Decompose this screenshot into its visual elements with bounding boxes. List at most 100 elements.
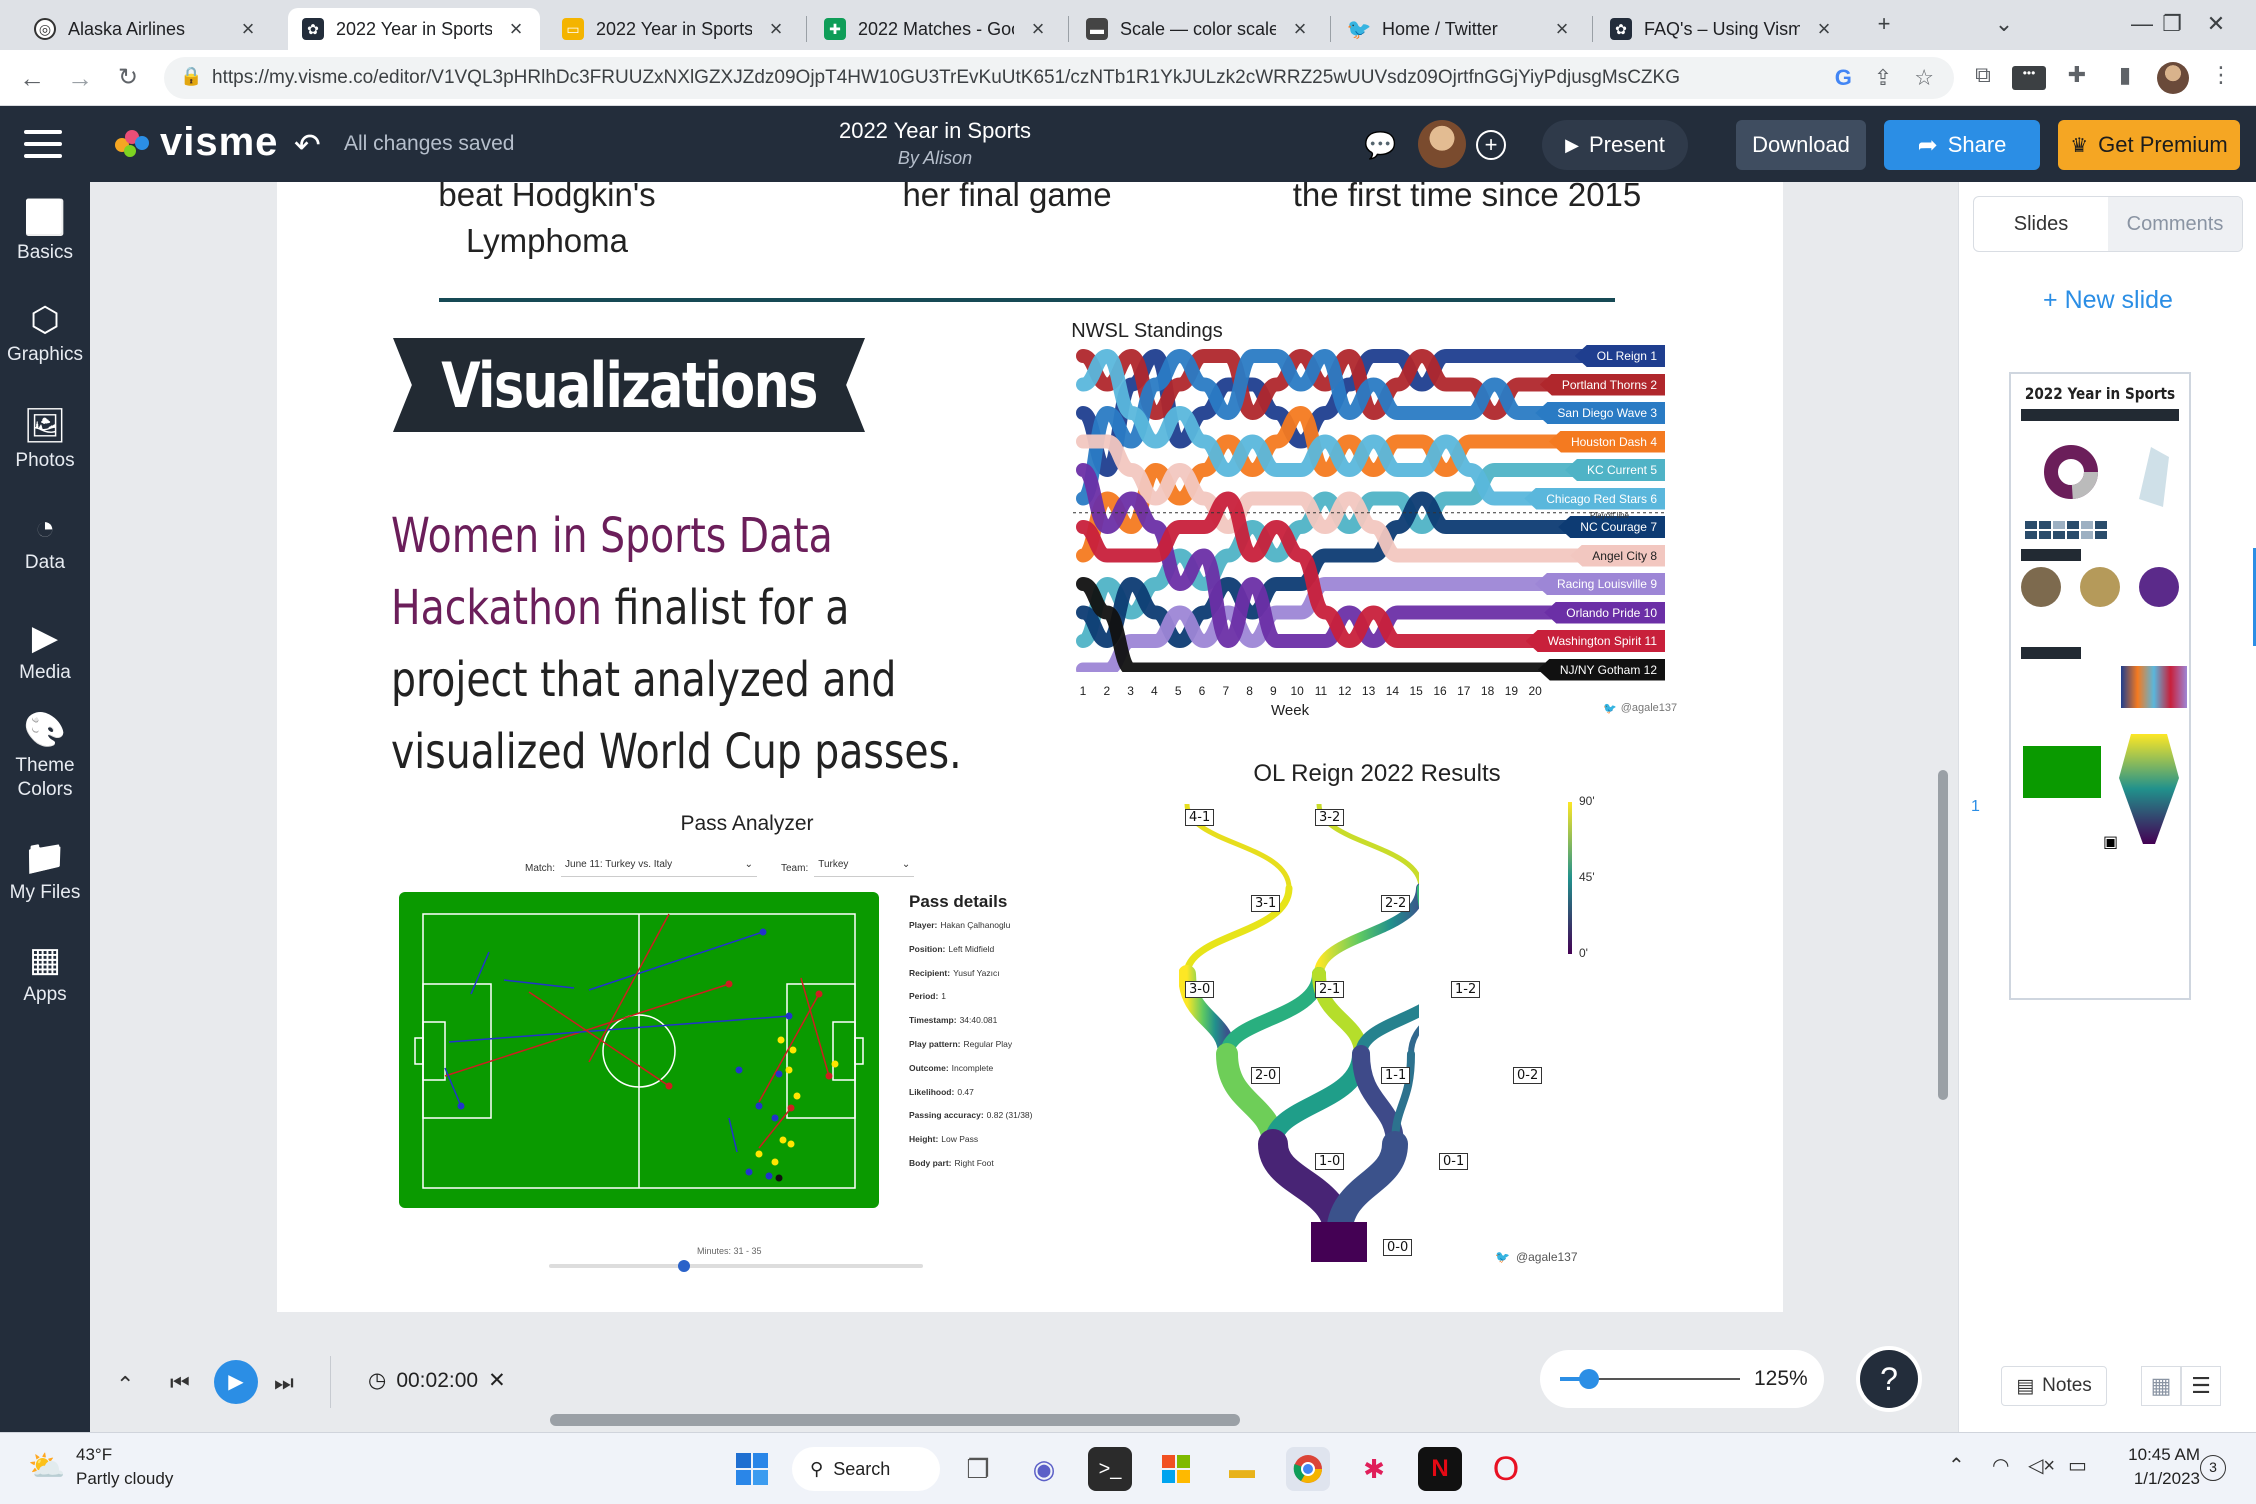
add-collaborator-icon[interactable]: + bbox=[1476, 130, 1506, 160]
caption-final-game: her final game bbox=[902, 182, 1112, 213]
week-tick-label: 10 bbox=[1290, 684, 1304, 698]
minutes-slider[interactable] bbox=[549, 1260, 923, 1272]
tab-search-icon[interactable]: ⌄ bbox=[1974, 4, 2034, 44]
grid-view-icon[interactable]: ▦ bbox=[2141, 1366, 2181, 1406]
volume-icon[interactable]: ◁× bbox=[2028, 1453, 2055, 1478]
share-button[interactable]: ➦ Share bbox=[1884, 120, 2040, 170]
clock-time[interactable]: 10:45 AM bbox=[2110, 1445, 2200, 1465]
sidebar-item-theme-colors[interactable]: 🎨 Theme Colors bbox=[0, 708, 90, 802]
forward-icon[interactable]: → bbox=[60, 58, 100, 98]
play-button[interactable]: ▶ bbox=[214, 1360, 258, 1404]
pass-detail-value: 0.82 (31/38) bbox=[986, 1110, 1033, 1121]
notification-badge[interactable]: 3 bbox=[2200, 1455, 2226, 1481]
close-tab-icon[interactable]: × bbox=[1550, 16, 1574, 42]
match-select[interactable]: June 11: Turkey vs. Italy ⌄ bbox=[561, 859, 758, 877]
sidebar-item-basics[interactable]: 🔤 Basics bbox=[0, 196, 90, 264]
new-tab-icon[interactable]: + bbox=[1854, 4, 1914, 44]
close-tab-icon[interactable]: × bbox=[504, 16, 528, 42]
list-view-icon[interactable]: ☰ bbox=[2181, 1366, 2221, 1406]
puzzle-icon[interactable]: ✚ bbox=[2060, 62, 2094, 88]
weather-icon[interactable]: ⛅ bbox=[28, 1449, 65, 1484]
extension-icon[interactable]: ⧉ bbox=[1966, 62, 2000, 88]
timer[interactable]: ◷ 00:02:00 ✕ bbox=[368, 1368, 506, 1393]
terminal-icon[interactable]: >_ bbox=[1088, 1447, 1132, 1491]
slide-thumbnail[interactable]: 2022 Year in Sports bbox=[2009, 372, 2191, 1000]
sidebar-item-label: Photos bbox=[15, 450, 75, 471]
reload-icon[interactable]: ↻ bbox=[108, 58, 148, 98]
opera-icon[interactable]: O bbox=[1484, 1447, 1528, 1491]
bookmark-star-icon[interactable]: ☆ bbox=[1914, 65, 1934, 91]
pass-detail-row: Player: Hakan Çalhanoglu bbox=[909, 920, 1109, 944]
soccer-pitch bbox=[399, 892, 879, 1208]
premium-label: Get Premium bbox=[2098, 132, 2228, 157]
tray-chevron-icon[interactable]: ⌃ bbox=[1948, 1453, 1965, 1478]
teams-chat-icon[interactable]: ◉ bbox=[1022, 1447, 1066, 1491]
chrome-icon[interactable] bbox=[1286, 1447, 1330, 1491]
close-window-icon[interactable]: ✕ bbox=[2186, 4, 2246, 44]
sidebar-item-media[interactable]: ▶ Media bbox=[0, 616, 90, 684]
clock-date[interactable]: 1/1/2023 bbox=[2110, 1469, 2200, 1489]
pass-detail-key: Timestamp: bbox=[909, 1015, 957, 1026]
new-slide-button[interactable]: + New slide bbox=[1959, 286, 2256, 315]
sidebar-item-my-files[interactable]: 📁 My Files bbox=[0, 836, 90, 904]
canvas-horizontal-scrollbar[interactable] bbox=[550, 1414, 1240, 1426]
hackathon-highlight-2: Hackathon bbox=[391, 580, 602, 636]
download-button[interactable]: Download bbox=[1736, 120, 1866, 170]
browser-tab[interactable]: ◎ Alaska Airlines × bbox=[20, 8, 272, 50]
side-panel-icon[interactable]: ▮ bbox=[2108, 62, 2142, 88]
address-bar[interactable]: 🔒 https://my.visme.co/editor/V1VQL3pHRlh… bbox=[164, 57, 1954, 99]
notes-button[interactable]: ▤ Notes bbox=[2001, 1366, 2107, 1406]
close-tab-icon[interactable]: × bbox=[1026, 16, 1050, 42]
get-premium-button[interactable]: ♛ Get Premium bbox=[2058, 120, 2240, 170]
file-explorer-icon[interactable]: ▬ bbox=[1220, 1447, 1264, 1491]
kebab-menu-icon[interactable]: ⋮ bbox=[2204, 62, 2238, 88]
zoom-slider[interactable] bbox=[1560, 1369, 1740, 1389]
close-tab-icon[interactable]: × bbox=[1812, 16, 1836, 42]
previous-icon[interactable]: ⏮ bbox=[170, 1370, 190, 1396]
browser-tab[interactable]: ▬ Scale — color scale × bbox=[1072, 8, 1324, 50]
browser-tab[interactable]: ▭ 2022 Year in Sports × bbox=[548, 8, 800, 50]
close-tab-icon[interactable]: × bbox=[236, 16, 260, 42]
close-tab-icon[interactable]: × bbox=[1288, 16, 1312, 42]
slide-options-icon[interactable]: ▣ bbox=[2103, 832, 2118, 852]
browser-tab[interactable]: 🐦 Home / Twitter × bbox=[1334, 8, 1586, 50]
slack-icon[interactable]: ✱ bbox=[1352, 1447, 1396, 1491]
windows-start-icon[interactable] bbox=[730, 1447, 774, 1491]
sidebar-item-data[interactable]: ◔ Data bbox=[0, 506, 90, 574]
collaborator-avatar[interactable] bbox=[1418, 120, 1466, 168]
collapse-chevron-icon[interactable]: ⌃ bbox=[116, 1372, 134, 1398]
present-button[interactable]: ▶ Present bbox=[1542, 120, 1688, 170]
slide-canvas[interactable]: beat Hodgkin's Lymphoma her final game t… bbox=[277, 182, 1783, 1312]
close-tab-icon[interactable]: × bbox=[764, 16, 788, 42]
task-view-icon[interactable]: ❐ bbox=[956, 1447, 1000, 1491]
wifi-icon[interactable]: ◠ bbox=[1992, 1453, 2009, 1478]
zoom-slider-thumb[interactable] bbox=[1578, 1369, 1599, 1389]
back-icon[interactable]: ← bbox=[12, 58, 52, 98]
browser-tab[interactable]: ✿ 2022 Year in Sports × bbox=[288, 8, 540, 50]
browser-tab[interactable]: ✚ 2022 Matches - Goo × bbox=[810, 8, 1062, 50]
sidebar-item-apps[interactable]: ▦ Apps bbox=[0, 938, 90, 1006]
store-icon[interactable] bbox=[1154, 1447, 1198, 1491]
tab-slides[interactable]: Slides bbox=[1974, 197, 2108, 251]
team-select[interactable]: Turkey ⌄ bbox=[814, 859, 915, 877]
browser-tab[interactable]: ✿ FAQ's – Using Visme × bbox=[1596, 8, 1848, 50]
close-timer-icon[interactable]: ✕ bbox=[488, 1368, 506, 1393]
battery-icon[interactable]: ▭ bbox=[2068, 1453, 2087, 1478]
google-icon[interactable]: G bbox=[1835, 65, 1852, 91]
tab-comments[interactable]: Comments bbox=[2108, 197, 2242, 251]
next-icon[interactable]: ⏭ bbox=[274, 1370, 294, 1396]
pass-detail-key: Passing accuracy: bbox=[909, 1110, 984, 1121]
sidebar-item-graphics[interactable]: ⬡ Graphics bbox=[0, 298, 90, 366]
extension-dots-icon[interactable]: ••• bbox=[2012, 66, 2046, 90]
help-button[interactable]: ? bbox=[1860, 1350, 1918, 1408]
profile-avatar[interactable] bbox=[2156, 62, 2190, 100]
netflix-icon[interactable]: N bbox=[1418, 1447, 1462, 1491]
taskbar-search[interactable]: ⚲ Search bbox=[792, 1447, 940, 1491]
sidebar-item-photos[interactable]: 🖼 Photos bbox=[0, 404, 90, 472]
share-page-icon[interactable]: ⇪ bbox=[1874, 65, 1892, 91]
pass-detail-key: Period: bbox=[909, 991, 939, 1002]
weather-desc: Partly cloudy bbox=[76, 1469, 174, 1488]
minutes-slider-thumb[interactable] bbox=[677, 1260, 690, 1272]
comment-icon[interactable]: 💬 bbox=[1364, 130, 1396, 161]
canvas-vertical-scrollbar[interactable] bbox=[1938, 770, 1948, 1100]
